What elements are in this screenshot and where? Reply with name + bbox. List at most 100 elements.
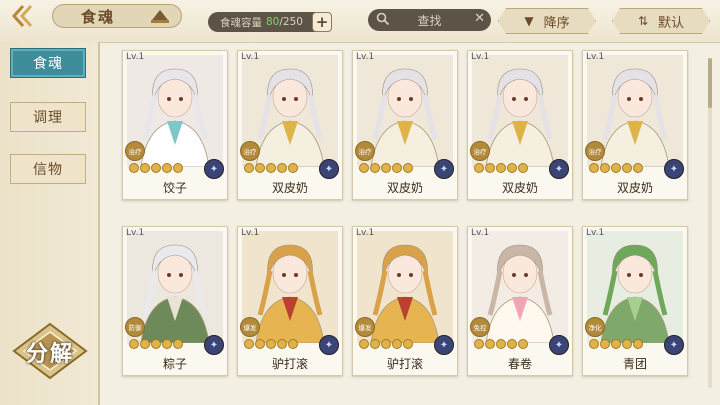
scrollbar[interactable] — [708, 58, 712, 388]
role-badge: 治疗 — [240, 141, 260, 161]
star-icon — [474, 339, 484, 349]
star-rating — [359, 339, 414, 351]
star-rating — [474, 339, 529, 351]
role-badge: 免控 — [470, 317, 490, 337]
star-icon — [507, 163, 517, 173]
food-soul-card[interactable]: Lv.1 治疗 ✦ 双皮奶 — [352, 50, 458, 200]
star-icon — [151, 163, 161, 173]
star-rating — [589, 339, 644, 351]
star-icon — [244, 339, 254, 349]
food-soul-card[interactable]: Lv.1 治疗 ✦ 双皮奶 — [467, 50, 573, 200]
scrollbar-thumb[interactable] — [708, 58, 712, 108]
star-icon — [589, 163, 599, 173]
star-icon — [370, 163, 380, 173]
star-icon — [518, 163, 528, 173]
card-level: Lv.1 — [586, 52, 605, 62]
star-icon — [403, 339, 413, 349]
element-icon: ✦ — [204, 335, 224, 355]
star-icon — [277, 163, 287, 173]
element-icon: ✦ — [204, 159, 224, 179]
card-level: Lv.1 — [126, 52, 145, 62]
food-soul-card[interactable]: Lv.1 爆发 ✦ 驴打滚 — [237, 226, 343, 376]
card-level: Lv.1 — [471, 228, 490, 238]
food-soul-card[interactable]: Lv.1 治疗 ✦ 饺子 — [122, 50, 228, 200]
card-name: 双皮奶 — [386, 181, 423, 195]
star-icon — [496, 163, 506, 173]
card-name: 双皮奶 — [271, 181, 308, 195]
star-icon — [633, 163, 643, 173]
element-icon: ✦ — [434, 335, 454, 355]
star-icon — [611, 339, 621, 349]
star-icon — [392, 163, 402, 173]
star-icon — [244, 163, 254, 173]
star-rating — [129, 339, 184, 351]
element-icon: ✦ — [664, 159, 684, 179]
star-rating — [129, 163, 184, 175]
role-badge: 爆发 — [240, 317, 260, 337]
star-icon — [370, 339, 380, 349]
star-icon — [151, 339, 161, 349]
card-name: 驴打滚 — [386, 357, 423, 371]
star-icon — [622, 163, 632, 173]
star-icon — [474, 163, 484, 173]
star-icon — [255, 163, 265, 173]
star-icon — [589, 339, 599, 349]
star-icon — [496, 339, 506, 349]
element-icon: ✦ — [319, 159, 339, 179]
food-soul-card[interactable]: Lv.1 治疗 ✦ 双皮奶 — [237, 50, 343, 200]
star-icon — [392, 339, 402, 349]
food-soul-card[interactable]: Lv.1 治疗 ✦ 双皮奶 — [582, 50, 688, 200]
star-icon — [633, 339, 643, 349]
food-soul-grid: Lv.1 治疗 ✦ 饺子 Lv.1 治疗 ✦ 双皮奶 Lv.1 治疗 ✦ 双皮奶 Lv.1 治疗 ✦ 双皮奶 L… — [0, 0, 720, 405]
star-icon — [403, 163, 413, 173]
card-name: 粽子 — [162, 357, 187, 371]
element-icon: ✦ — [664, 335, 684, 355]
food-soul-card[interactable]: Lv.1 爆发 ✦ 驴打滚 — [352, 226, 458, 376]
star-rating — [359, 163, 414, 175]
role-badge: 爆发 — [355, 317, 375, 337]
star-icon — [173, 163, 183, 173]
card-name: 双皮奶 — [616, 181, 653, 195]
star-icon — [266, 339, 276, 349]
star-icon — [288, 339, 298, 349]
star-icon — [173, 339, 183, 349]
element-icon: ✦ — [549, 159, 569, 179]
star-rating — [589, 163, 644, 175]
star-icon — [277, 339, 287, 349]
star-icon — [140, 339, 150, 349]
star-icon — [162, 163, 172, 173]
star-icon — [600, 163, 610, 173]
star-icon — [255, 339, 265, 349]
role-badge: 防御 — [125, 317, 145, 337]
card-level: Lv.1 — [241, 52, 260, 62]
role-badge: 治疗 — [470, 141, 490, 161]
star-icon — [600, 339, 610, 349]
element-icon: ✦ — [434, 159, 454, 179]
card-name: 饺子 — [162, 181, 187, 195]
star-icon — [288, 163, 298, 173]
food-soul-card[interactable]: Lv.1 免控 ✦ 春卷 — [467, 226, 573, 376]
star-icon — [129, 163, 139, 173]
star-icon — [622, 339, 632, 349]
card-level: Lv.1 — [471, 52, 490, 62]
element-icon: ✦ — [549, 335, 569, 355]
star-icon — [381, 163, 391, 173]
star-icon — [485, 339, 495, 349]
card-name: 驴打滚 — [271, 357, 308, 371]
food-soul-card[interactable]: Lv.1 防御 ✦ 粽子 — [122, 226, 228, 376]
star-icon — [140, 163, 150, 173]
star-rating — [474, 163, 529, 175]
star-rating — [244, 163, 299, 175]
star-rating — [244, 339, 299, 351]
card-name: 青团 — [622, 357, 647, 371]
card-level: Lv.1 — [356, 228, 375, 238]
role-badge: 治疗 — [125, 141, 145, 161]
star-icon — [518, 339, 528, 349]
star-icon — [162, 339, 172, 349]
star-icon — [359, 339, 369, 349]
star-icon — [266, 163, 276, 173]
card-level: Lv.1 — [126, 228, 145, 238]
food-soul-card[interactable]: Lv.1 净化 ✦ 青团 — [582, 226, 688, 376]
role-badge: 治疗 — [585, 141, 605, 161]
element-icon: ✦ — [319, 335, 339, 355]
